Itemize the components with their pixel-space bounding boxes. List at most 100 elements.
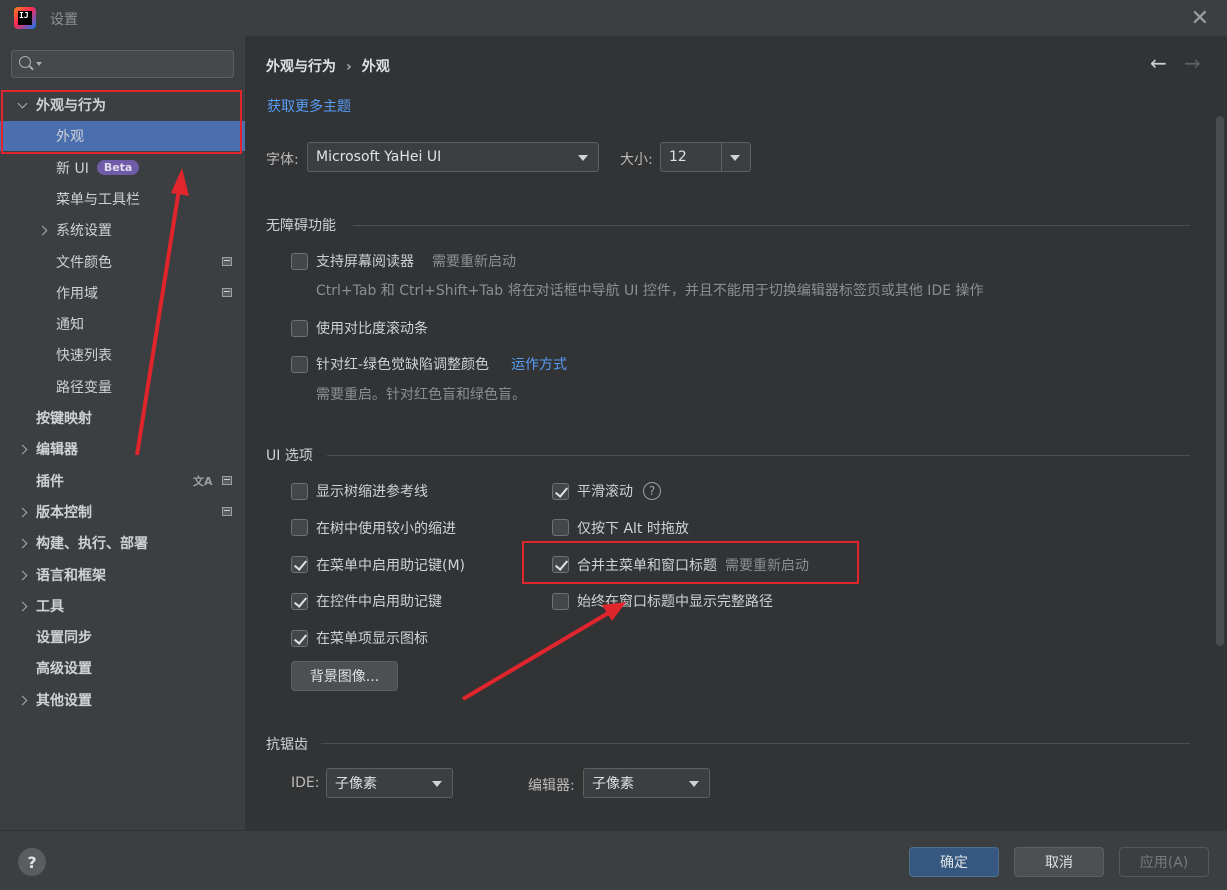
get-more-themes-link[interactable]: 获取更多主题 [267,96,351,116]
editor-aa-value: 子像素 [592,776,634,792]
sidebar-item[interactable]: 菜单与工具栏 [0,184,245,214]
sidebar-item[interactable]: 语言和框架 [0,560,245,590]
editor-aa-combo[interactable]: 子像素 [583,768,710,798]
intellij-logo-icon: IJ [14,7,36,29]
ui-option[interactable]: 仅按下 Alt 时拖放 [552,518,689,538]
checkbox[interactable] [552,482,569,500]
size-combo[interactable]: 12 [660,142,751,172]
checkbox[interactable] [552,519,569,537]
ui-option[interactable]: 始终在窗口标题中显示完整路径 [552,591,773,611]
contrast-scrollbar-option[interactable]: 使用对比度滚动条 [291,318,428,338]
search-icon [19,56,31,68]
sidebar-item[interactable]: 编辑器 [0,434,245,464]
close-icon[interactable]: ✕ [1191,6,1209,31]
ui-option[interactable]: 在菜单项显示图标 [291,628,428,648]
contrast-scrollbar-checkbox[interactable] [291,319,308,337]
size-label: 大小: [620,152,653,168]
chevron-down-icon [730,155,740,161]
chevron-right-icon[interactable] [17,601,28,612]
contrast-scrollbar-label: 使用对比度滚动条 [316,321,428,337]
ok-button[interactable]: 确定 [909,847,999,877]
antialiasing-section-title: 抗锯齿 [266,737,308,753]
help-icon[interactable]: ? [18,848,46,876]
checkbox-label: 在控件中启用助记键 [316,594,442,611]
checkbox[interactable] [291,482,308,500]
ui-option[interactable]: 在菜单中启用助记键(M) [291,555,465,575]
back-arrow-icon[interactable]: ← [1150,51,1167,75]
sidebar-item[interactable]: 插件 文A [0,466,245,496]
sidebar-item[interactable]: 按键映射 [0,403,245,433]
search-input[interactable] [11,50,234,78]
checkbox[interactable] [291,519,308,537]
ui-option[interactable]: 在控件中启用助记键 [291,591,442,611]
sidebar-item[interactable]: 工具 [0,591,245,621]
help-icon[interactable]: ? [643,482,661,500]
font-label: 字体: [266,152,299,168]
sidebar-item[interactable]: 版本控制 [0,497,245,527]
sidebar-item[interactable]: 通知 [0,309,245,339]
color-deficiency-option[interactable]: 针对红-绿色觉缺陷调整颜色 运作方式 [291,354,567,374]
color-deficiency-description: 需要重启。针对红色盲和绿色盲。 [316,387,526,403]
color-deficiency-label: 针对红-绿色觉缺陷调整颜色 [316,357,490,373]
screen-reader-option[interactable]: 支持屏幕阅读器 需要重新启动 [291,251,516,271]
forward-arrow-icon[interactable]: → [1184,51,1201,75]
chevron-right-icon[interactable] [17,695,28,706]
ide-aa-label: IDE: [291,775,320,791]
sidebar-item[interactable]: 高级设置 [0,653,245,683]
apply-button[interactable]: 应用(A) [1119,847,1209,877]
checkbox-label: 始终在窗口标题中显示完整路径 [577,594,773,611]
sidebar-item[interactable]: 其他设置 [0,685,245,715]
screen-reader-checkbox[interactable] [291,252,308,270]
chevron-right-icon[interactable] [17,570,28,580]
breadcrumb-current: 外观 [361,59,390,75]
color-deficiency-checkbox[interactable] [291,355,308,373]
ide-aa-combo[interactable]: 子像素 [326,768,453,798]
sidebar-item-label: 插件 [36,473,64,490]
checkbox[interactable] [291,592,308,610]
font-combo[interactable]: Microsoft YaHei UI [307,142,599,172]
sidebar-item[interactable]: 新 UI Beta [0,153,245,183]
checkbox-label: 在树中使用较小的缩进 [316,520,456,537]
sidebar-item[interactable]: 文件颜色 [0,247,245,277]
sidebar-item[interactable]: 作用域 [0,278,245,308]
ui-option[interactable]: 在树中使用较小的缩进 [291,518,456,538]
checkbox[interactable] [291,556,308,574]
sidebar-item[interactable]: 快速列表 [0,340,245,370]
chevron-right-icon[interactable] [17,507,28,518]
ui-options-section-title: UI 选项 [266,448,313,464]
sidebar-item-label: 编辑器 [36,442,78,459]
checkbox-label: 平滑滚动 [577,484,633,500]
sidebar-item[interactable]: 构建、执行、部署 [0,528,245,558]
annotation-highlight-box [1,90,242,154]
accessibility-section-title: 无障碍功能 [266,218,336,234]
sidebar-item-label: 通知 [56,317,84,334]
cancel-button[interactable]: 取消 [1014,847,1104,877]
ui-option[interactable]: 平滑滚动? [552,481,661,501]
background-image-button[interactable]: 背景图像... [291,661,398,691]
ui-option[interactable]: 显示树缩进参考线 [291,481,428,501]
checkbox[interactable] [552,592,569,610]
sidebar-item-label: 菜单与工具栏 [56,191,140,208]
sidebar-item[interactable]: 设置同步 [0,622,245,652]
checkbox[interactable] [291,629,308,647]
sidebar-item-label: 按键映射 [36,411,92,427]
breadcrumb: 外观与行为 › 外观 [266,56,390,76]
sidebar-item-label: 设置同步 [36,630,92,647]
chevron-right-icon[interactable] [17,538,28,549]
vertical-scrollbar[interactable] [1216,116,1224,646]
breadcrumb-parent[interactable]: 外观与行为 [266,59,336,75]
sidebar-item[interactable]: 路径变量 [0,372,245,402]
screen-reader-label: 支持屏幕阅读器 [316,254,414,270]
chevron-down-icon [578,155,588,161]
project-icon [222,507,232,517]
settings-sidebar: 外观与行为 外观新 UI Beta 菜单与工具栏 系统设置 文件颜色 作用域 通知 快速列表 路径… [0,36,245,830]
chevron-right-icon[interactable] [17,444,28,455]
chevron-down-icon[interactable] [36,62,42,66]
sidebar-item-label: 高级设置 [36,661,92,678]
how-it-works-link[interactable]: 运作方式 [511,354,567,374]
restart-hint: 需要重新启动 [432,254,516,270]
sidebar-item[interactable]: 系统设置 [0,215,245,245]
sidebar-item-label: 新 UI [56,160,89,177]
sidebar-item-label: 构建、执行、部署 [36,536,148,553]
chevron-right-icon[interactable] [37,225,48,236]
